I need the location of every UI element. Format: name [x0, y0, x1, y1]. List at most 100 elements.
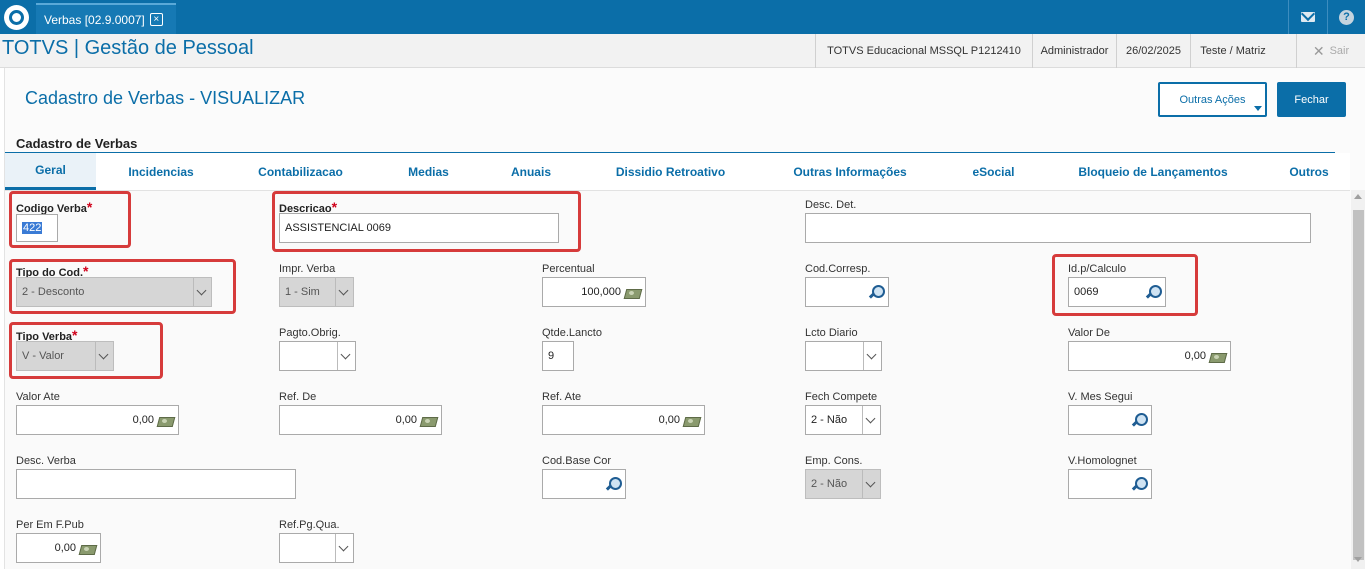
fechar-button[interactable]: Fechar: [1277, 82, 1346, 117]
pagto-obrig-select[interactable]: [279, 341, 356, 371]
per-em-fpub-value: 0,00: [54, 542, 76, 554]
page-title: Cadastro de Verbas - VISUALIZAR: [25, 88, 306, 108]
search-icon[interactable]: [1132, 477, 1148, 491]
valor-ate-field[interactable]: 0,00: [16, 405, 179, 435]
emp-cons-value: 2 - Não: [811, 478, 848, 490]
logout-button[interactable]: ✕ Sair: [1296, 34, 1365, 68]
desc-verba-label: Desc. Verba: [16, 455, 76, 467]
environment-info: TOTVS Educacional MSSQL P1212410: [815, 34, 1032, 68]
per-em-fpub-field[interactable]: 0,00: [16, 533, 101, 563]
form-area: Codigo Verba* 422 Descricao* ASSISTENCIA…: [5, 190, 1350, 569]
tab-bar: Geral Incidencias Contabilizacao Medias …: [5, 153, 1350, 190]
top-bar: Verbas [02.9.0007] × ?: [0, 0, 1365, 34]
desc-det-field[interactable]: [805, 213, 1311, 243]
money-icon: [80, 543, 96, 553]
valor-ate-label: Valor Ate: [16, 391, 60, 403]
branch-info: Teste / Matriz: [1190, 34, 1275, 68]
emp-cons-select[interactable]: 2 - Não: [805, 469, 881, 499]
tab-dissidio-retroativo[interactable]: Dissidio Retroativo: [599, 153, 742, 190]
cod-base-cor-label: Cod.Base Cor: [542, 455, 612, 467]
percentual-value: 100,000: [581, 286, 621, 298]
impr-verba-select[interactable]: 1 - Sim: [279, 277, 354, 307]
highlight-box-tipo-verba: [9, 322, 163, 379]
tab-medias[interactable]: Medias: [391, 153, 466, 190]
help-icon: ?: [1339, 9, 1354, 25]
percentual-label: Percentual: [542, 263, 595, 275]
scroll-up-arrow-icon[interactable]: [1354, 194, 1362, 199]
ref-pg-qua-select[interactable]: [279, 533, 354, 563]
scroll-down-arrow-icon[interactable]: [1354, 557, 1362, 562]
chevron-down-icon: [335, 534, 353, 562]
pagto-obrig-label: Pagto.Obrig.: [279, 327, 341, 339]
valor-ate-value: 0,00: [132, 414, 154, 426]
outras-acoes-button[interactable]: Outras Ações: [1158, 82, 1267, 117]
ref-de-field[interactable]: 0,00: [279, 405, 442, 435]
logout-icon: ✕: [1312, 42, 1325, 59]
v-homolognet-label: V.Homolognet: [1068, 455, 1137, 467]
desc-verba-field[interactable]: [16, 469, 296, 499]
percentual-field[interactable]: 100,000: [542, 277, 646, 307]
date-info: 26/02/2025: [1116, 34, 1190, 68]
tab-bloqueio-lancamentos[interactable]: Bloqueio de Lançamentos: [1061, 153, 1245, 190]
ref-ate-label: Ref. Ate: [542, 391, 582, 403]
cod-corresp-field[interactable]: [805, 277, 889, 307]
tab-contabilizacao[interactable]: Contabilizacao: [243, 153, 358, 190]
fech-compete-label: Fech Compete: [805, 391, 878, 403]
search-icon[interactable]: [606, 477, 622, 491]
ref-de-label: Ref. De: [279, 391, 317, 403]
v-homolognet-field[interactable]: [1068, 469, 1152, 499]
qtde-lancto-field[interactable]: 9: [542, 341, 574, 371]
lcto-diario-label: Lcto Diario: [805, 327, 858, 339]
user-info: Administrador: [1032, 34, 1116, 68]
cod-corresp-label: Cod.Corresp.: [805, 263, 871, 275]
help-button[interactable]: ?: [1327, 0, 1365, 34]
chevron-down-icon: [335, 278, 353, 306]
impr-verba-value: 1 - Sim: [285, 286, 320, 298]
ref-pg-qua-label: Ref.Pg.Qua.: [279, 519, 340, 531]
chevron-down-icon: [862, 406, 880, 434]
fech-compete-select[interactable]: 2 - Não: [805, 405, 881, 435]
per-em-fpub-label: Per Em F.Pub: [16, 519, 84, 531]
tab-anuais[interactable]: Anuais: [495, 153, 567, 190]
cod-base-cor-field[interactable]: [542, 469, 626, 499]
totvs-logo-icon[interactable]: [4, 5, 29, 30]
money-icon: [684, 415, 700, 425]
search-icon[interactable]: [869, 285, 885, 299]
tab-esocial[interactable]: eSocial: [957, 153, 1030, 190]
lcto-diario-select[interactable]: [805, 341, 882, 371]
money-icon: [625, 287, 641, 297]
window-tab-title: Verbas [02.9.0007]: [44, 12, 145, 27]
tab-incidencias[interactable]: Incidencias: [111, 153, 211, 190]
qtde-lancto-label: Qtde.Lancto: [542, 327, 602, 339]
search-icon[interactable]: [1132, 413, 1148, 427]
emp-cons-label: Emp. Cons.: [805, 455, 863, 467]
impr-verba-label: Impr. Verba: [279, 263, 336, 275]
highlight-box-tipo-cod: [9, 259, 236, 314]
desc-det-label: Desc. Det.: [805, 199, 857, 211]
tab-geral[interactable]: Geral: [5, 153, 96, 190]
mail-button[interactable]: [1288, 0, 1326, 34]
money-icon: [421, 415, 437, 425]
v-mes-segui-label: V. Mes Segui: [1068, 391, 1133, 403]
chevron-down-icon: [337, 342, 355, 370]
ref-ate-value: 0,00: [658, 414, 680, 426]
chevron-down-icon: [863, 342, 881, 370]
scrollbar-thumb[interactable]: [1353, 210, 1364, 560]
fechar-label: Fechar: [1294, 93, 1329, 106]
app-title: TOTVS | Gestão de Pessoal: [2, 37, 254, 59]
fech-compete-value: 2 - Não: [811, 414, 848, 426]
valor-de-value: 0,00: [1184, 350, 1206, 362]
tab-outros[interactable]: Outros: [1279, 153, 1339, 190]
ref-ate-field[interactable]: 0,00: [542, 405, 705, 435]
tab-outras-informacoes[interactable]: Outras Informações: [775, 153, 925, 190]
section-title: Cadastro de Verbas: [16, 136, 138, 151]
v-mes-segui-field[interactable]: [1068, 405, 1152, 435]
mail-icon: [1300, 12, 1315, 22]
money-icon: [158, 415, 174, 425]
window-tab-verbas[interactable]: Verbas [02.9.0007] ×: [36, 3, 176, 34]
logout-label: Sair: [1329, 45, 1350, 57]
highlight-box-codigo-verba: [9, 191, 131, 248]
valor-de-field[interactable]: 0,00: [1068, 341, 1231, 371]
close-tab-icon[interactable]: ×: [149, 13, 163, 26]
valor-de-label: Valor De: [1068, 327, 1110, 339]
